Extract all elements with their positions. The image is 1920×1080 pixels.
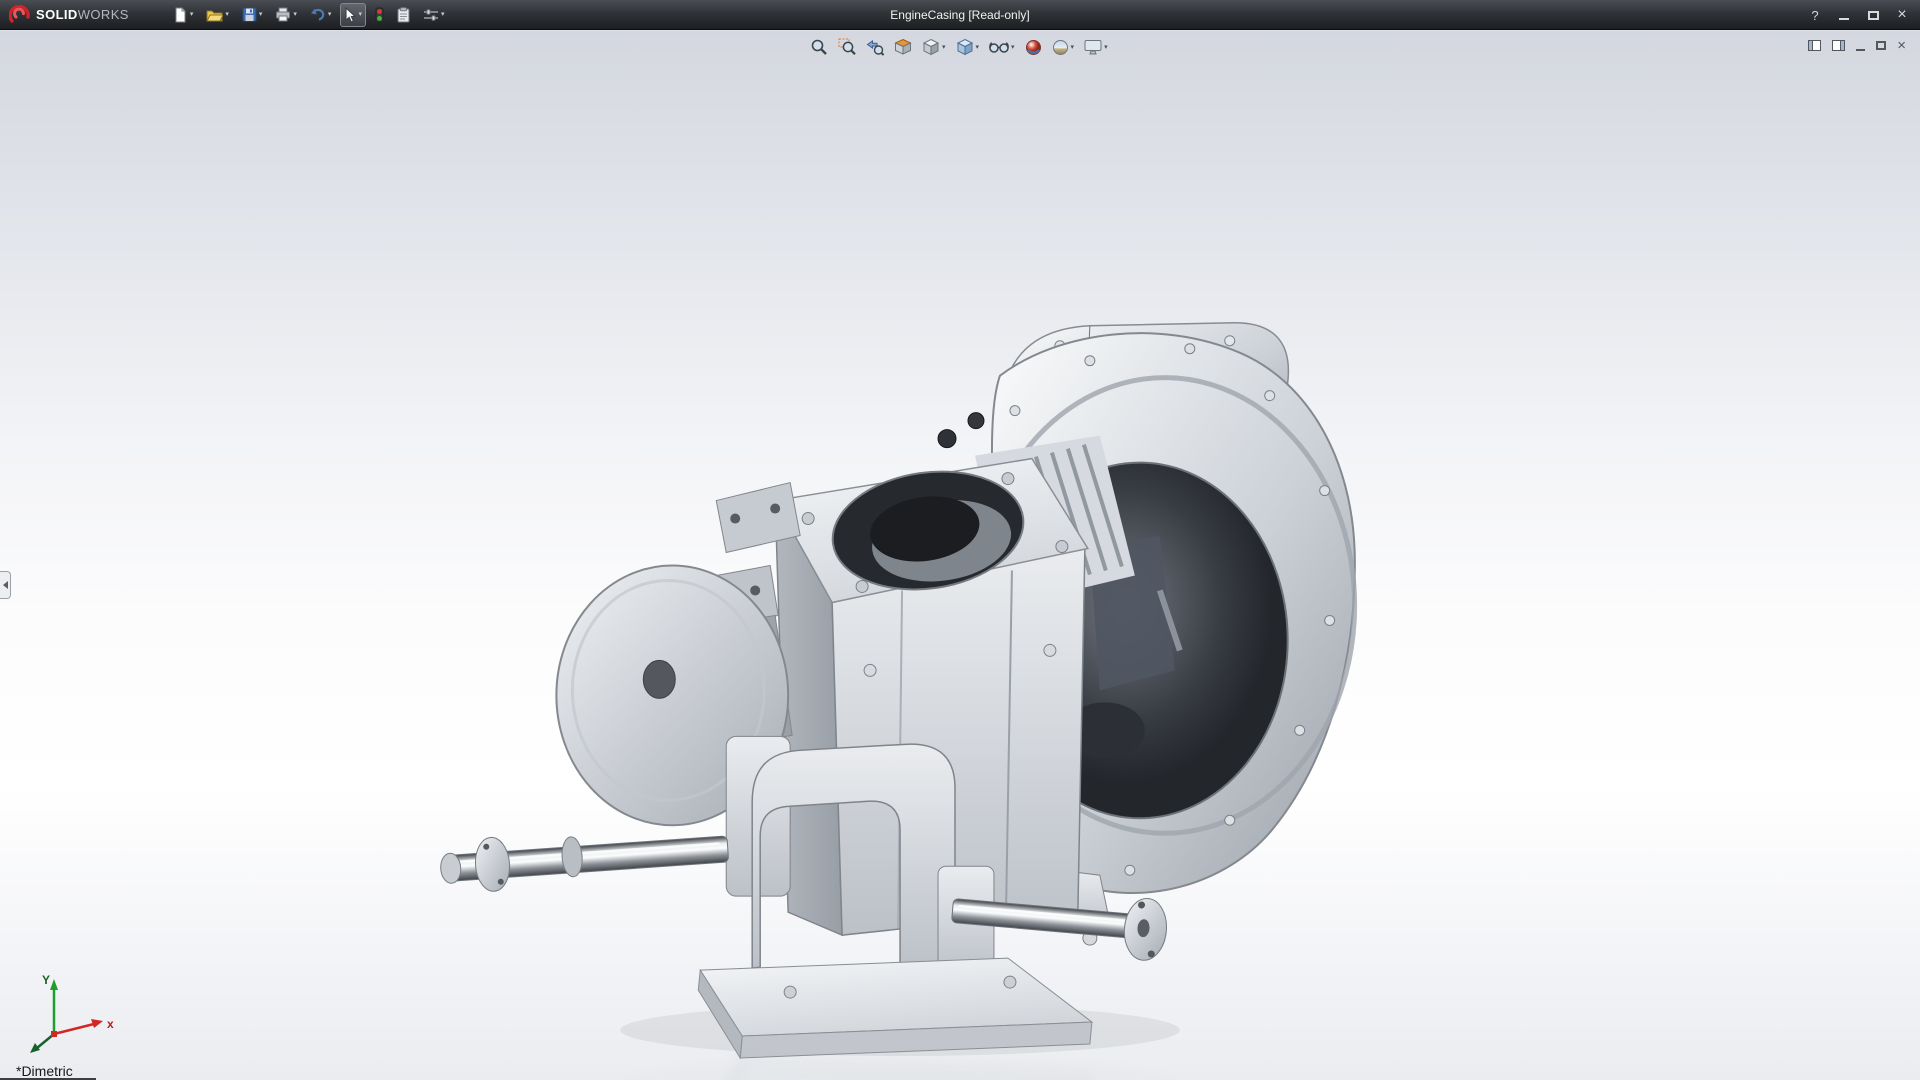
dropdown-caret[interactable]: ▾ xyxy=(328,11,332,18)
dropdown-caret[interactable]: ▾ xyxy=(942,44,946,51)
dropdown-caret[interactable]: ▾ xyxy=(1011,44,1015,51)
model-geometry xyxy=(439,323,1355,1058)
undo-button[interactable]: ▾ xyxy=(306,3,336,27)
print-icon xyxy=(275,7,291,22)
heads-up-toolbar: ▾ ▾ ▾ xyxy=(808,36,1110,58)
section-view-icon xyxy=(894,38,912,56)
view-settings-icon xyxy=(1084,39,1102,55)
featuremanager-collapse-tab[interactable] xyxy=(0,571,11,599)
zoom-to-area-button[interactable] xyxy=(836,36,858,58)
edit-appearance-button[interactable] xyxy=(1023,36,1044,58)
zoom-to-fit-icon xyxy=(810,38,828,56)
dropdown-caret[interactable]: ▾ xyxy=(1071,44,1075,51)
panel-toggle-left-button[interactable] xyxy=(1808,40,1821,51)
document-window-controls: × xyxy=(1808,38,1906,53)
close-button[interactable]: × xyxy=(1896,7,1908,23)
previous-view-icon xyxy=(866,38,884,56)
dropdown-caret[interactable]: ▾ xyxy=(225,11,229,18)
select-cursor-icon xyxy=(344,7,356,23)
base-plate xyxy=(698,958,1092,1058)
display-style-icon xyxy=(956,38,974,56)
clipboard-icon xyxy=(397,7,410,23)
zoom-to-fit-button[interactable] xyxy=(808,36,830,58)
document-restore-button[interactable] xyxy=(1876,41,1886,50)
brand-solid: SOLID xyxy=(36,7,78,22)
window-title: EngineCasing [Read-only] xyxy=(890,0,1029,30)
print-button[interactable]: ▾ xyxy=(271,3,301,27)
help-button[interactable]: ? xyxy=(1809,8,1821,23)
dropdown-caret[interactable]: ▾ xyxy=(259,11,263,18)
document-close-button[interactable]: × xyxy=(1897,38,1906,53)
dropdown-caret[interactable]: ▾ xyxy=(190,11,194,18)
maximize-icon xyxy=(1868,11,1879,20)
open-button[interactable]: ▾ xyxy=(202,3,233,27)
triad-y-label: Y xyxy=(42,973,50,987)
view-orientation-label: *Dimetric xyxy=(16,1063,73,1079)
panel-right-icon xyxy=(1832,40,1845,51)
new-document-icon xyxy=(173,7,188,23)
engine-casing-model[interactable] xyxy=(0,31,1920,1080)
chevron-left-icon xyxy=(3,581,8,589)
ds-logo-icon xyxy=(9,5,31,25)
hide-show-items-button[interactable]: ▾ xyxy=(987,36,1017,58)
dropdown-caret[interactable]: ▾ xyxy=(293,11,297,18)
new-button[interactable]: ▾ xyxy=(169,3,198,27)
display-style-button[interactable]: ▾ xyxy=(954,36,982,58)
section-view-button[interactable] xyxy=(892,36,914,58)
minimize-icon xyxy=(1856,49,1865,51)
options-sliders-icon xyxy=(423,8,439,22)
window-controls: ? × xyxy=(1809,0,1908,30)
brand-text: SOLIDWORKS xyxy=(36,7,129,22)
minimize-button[interactable] xyxy=(1838,11,1850,20)
app-logo: SOLIDWORKS xyxy=(0,5,129,25)
restore-icon xyxy=(1876,41,1886,50)
panel-left-icon xyxy=(1808,40,1821,51)
rebuild-trafficlight-icon xyxy=(375,7,384,23)
apply-scene-icon xyxy=(1052,39,1069,56)
panel-toggle-right-button[interactable] xyxy=(1832,40,1845,51)
maximize-button[interactable] xyxy=(1867,11,1879,20)
minimize-icon xyxy=(1839,18,1849,20)
dropdown-caret[interactable]: ▾ xyxy=(358,11,362,18)
options-button[interactable]: ▾ xyxy=(419,3,449,27)
graphics-viewport[interactable]: ▾ ▾ ▾ xyxy=(0,31,1920,1080)
apply-scene-button[interactable]: ▾ xyxy=(1050,36,1077,58)
orientation-triad: Y x xyxy=(10,968,130,1060)
zoom-to-area-icon xyxy=(838,38,856,56)
dropdown-caret[interactable]: ▾ xyxy=(441,11,445,18)
dropdown-caret[interactable]: ▾ xyxy=(976,44,980,51)
previous-view-button[interactable] xyxy=(864,36,886,58)
file-properties-button[interactable] xyxy=(393,3,414,27)
save-button[interactable]: ▾ xyxy=(238,3,267,27)
save-floppy-icon xyxy=(242,7,257,22)
rebuild-button[interactable] xyxy=(371,3,388,27)
view-settings-button[interactable]: ▾ xyxy=(1082,36,1110,58)
undo-arrow-icon xyxy=(310,7,326,22)
titlebar-toolbar: ▾ ▾ ▾ ▾ xyxy=(169,3,449,27)
select-button[interactable]: ▾ xyxy=(340,3,366,27)
dropdown-caret[interactable]: ▾ xyxy=(1104,44,1108,51)
hide-show-glasses-icon xyxy=(989,40,1009,54)
titlebar: SOLIDWORKS ▾ ▾ ▾ xyxy=(0,0,1920,30)
brand-works: WORKS xyxy=(78,7,129,22)
open-folder-icon xyxy=(206,8,223,22)
triad-x-label: x xyxy=(107,1017,114,1031)
document-minimize-button[interactable] xyxy=(1856,41,1865,51)
view-orientation-button[interactable]: ▾ xyxy=(920,36,948,58)
floor-reflection xyxy=(439,1058,1355,1080)
view-orientation-cube-icon xyxy=(922,38,940,56)
shaft-left xyxy=(439,821,730,895)
edit-appearance-ball-icon xyxy=(1025,39,1042,56)
